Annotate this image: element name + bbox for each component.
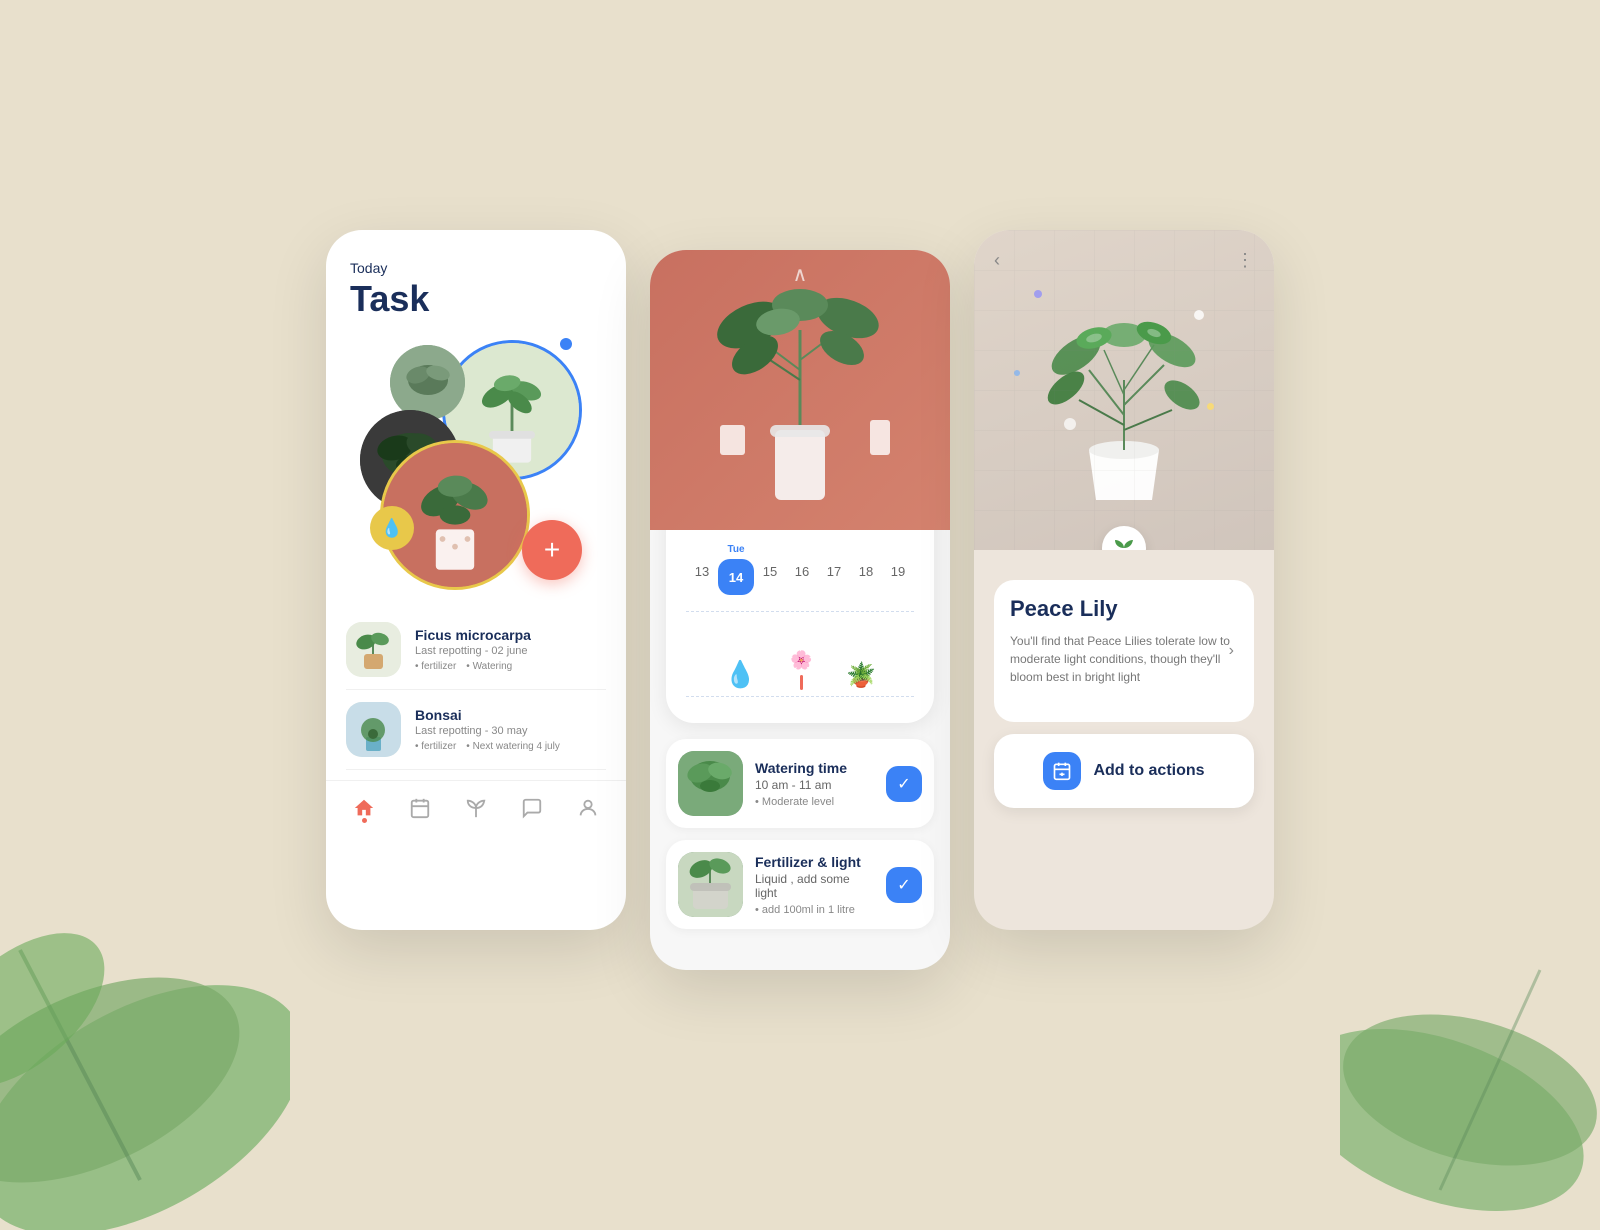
plant-info-card: Peace Lily You'll find that Peace Lilies… bbox=[994, 580, 1254, 722]
plant-sub-1: Last repotting - 02 june bbox=[415, 645, 531, 657]
day-col-18: 18 bbox=[850, 560, 882, 579]
task-time-fertilizer: Liquid , add some light bbox=[755, 872, 874, 900]
task-cards: Watering time 10 am - 11 am Moderate lev… bbox=[650, 739, 950, 945]
task-level-fertilizer: add 100ml in 1 litre bbox=[755, 904, 874, 916]
add-to-actions-button[interactable]: Add to actions bbox=[994, 734, 1254, 808]
indicator-14-water: 💧 bbox=[724, 650, 756, 690]
day-col-15: 15 bbox=[754, 560, 786, 579]
screen-today-task: Today Task bbox=[326, 230, 626, 930]
screen-calendar: ∧ July 2020 ▾ 13 Tue 14 bbox=[650, 250, 950, 970]
day-col-16: 16 bbox=[786, 560, 818, 579]
plant-name-2: Bonsai bbox=[415, 707, 560, 723]
screen-plant-detail: ‹ ⋮ Peace Lily You'll find that Peace Li… bbox=[974, 230, 1274, 930]
calendar-indicators: 💧 🌸 🪴 bbox=[686, 620, 914, 690]
plant-list: Ficus microcarpa Last repotting - 02 jun… bbox=[326, 610, 626, 770]
indicator-18-pot: 🪴 bbox=[846, 650, 876, 690]
day-col-13: 13 bbox=[686, 560, 718, 579]
bg-leaf-left bbox=[0, 830, 290, 1230]
task-level-watering: Moderate level bbox=[755, 796, 874, 808]
day-col-17: 17 bbox=[818, 560, 850, 579]
task-info-fertilizer: Fertilizer & light Liquid , add some lig… bbox=[755, 854, 874, 916]
plants-circle-area: 💧 + bbox=[350, 330, 602, 610]
nav-plant[interactable] bbox=[465, 797, 487, 819]
plant-circle-sm1 bbox=[390, 345, 465, 420]
plant-thumb-2 bbox=[346, 702, 401, 757]
add-actions-icon bbox=[1043, 752, 1081, 790]
back-button[interactable]: ‹ bbox=[994, 250, 1000, 271]
nav-active-dot bbox=[362, 818, 367, 823]
nav-calendar[interactable] bbox=[409, 797, 431, 819]
task-title: Task bbox=[350, 278, 602, 320]
bottom-nav bbox=[326, 780, 626, 829]
task-thumb-watering bbox=[678, 751, 743, 816]
water-drop-icon: 💧 bbox=[381, 518, 403, 539]
nav-home[interactable] bbox=[353, 797, 375, 819]
plant-tag-2-1: Next watering 4 july bbox=[466, 741, 560, 752]
day-col-19: 19 bbox=[882, 560, 914, 579]
plant-item-2[interactable]: Bonsai Last repotting - 30 may fertilize… bbox=[346, 690, 606, 770]
calendar-top-image: ∧ bbox=[650, 250, 950, 530]
nav-profile[interactable] bbox=[577, 797, 599, 819]
plant-name-1: Ficus microcarpa bbox=[415, 627, 531, 643]
task-time-watering: 10 am - 11 am bbox=[755, 778, 874, 792]
today-label: Today bbox=[350, 260, 602, 276]
plant-detail-chevron[interactable]: › bbox=[1229, 642, 1234, 660]
plant-detail-desc: You'll find that Peace Lilies tolerate l… bbox=[1010, 632, 1238, 686]
water-dot-indicator bbox=[560, 338, 572, 350]
plant-tag-1-0: fertilizer bbox=[415, 661, 456, 672]
plant-detail-content: Peace Lily You'll find that Peace Lilies… bbox=[974, 550, 1274, 828]
task-card-fertilizer[interactable]: Fertilizer & light Liquid , add some lig… bbox=[666, 840, 934, 929]
task-card-watering[interactable]: Watering time 10 am - 11 am Moderate lev… bbox=[666, 739, 934, 828]
plant-sub-2: Last repotting - 30 may bbox=[415, 725, 560, 737]
day-col-14[interactable]: Tue 14 bbox=[718, 544, 754, 595]
calendar-days: 13 Tue 14 15 16 17 bbox=[686, 544, 914, 595]
more-options-button[interactable]: ⋮ bbox=[1236, 250, 1254, 271]
nav-chat[interactable] bbox=[521, 797, 543, 819]
add-plant-button[interactable]: + bbox=[522, 520, 582, 580]
task-thumb-fertilizer bbox=[678, 852, 743, 917]
task-check-fertilizer[interactable]: ✓ bbox=[886, 867, 922, 903]
plant-item-1[interactable]: Ficus microcarpa Last repotting - 02 jun… bbox=[346, 610, 606, 690]
bg-leaf-right bbox=[1340, 870, 1600, 1220]
plant-tag-2-0: fertilizer bbox=[415, 741, 456, 752]
task-name-fertilizer: Fertilizer & light bbox=[755, 854, 874, 870]
plant-detail-name: Peace Lily bbox=[1010, 596, 1238, 622]
task-name-watering: Watering time bbox=[755, 760, 874, 776]
water-drop-blue-icon: 💧 bbox=[724, 659, 756, 690]
plant-thumb-1 bbox=[346, 622, 401, 677]
plant-tag-1-1: Watering bbox=[466, 661, 512, 672]
water-badge: 💧 bbox=[370, 506, 414, 550]
indicator-16-red: 🌸 bbox=[786, 650, 816, 690]
plant-detail-top: ‹ ⋮ bbox=[974, 230, 1274, 550]
task-info-watering: Watering time 10 am - 11 am Moderate lev… bbox=[755, 760, 874, 808]
task-check-watering[interactable]: ✓ bbox=[886, 766, 922, 802]
add-actions-label: Add to actions bbox=[1093, 762, 1204, 780]
